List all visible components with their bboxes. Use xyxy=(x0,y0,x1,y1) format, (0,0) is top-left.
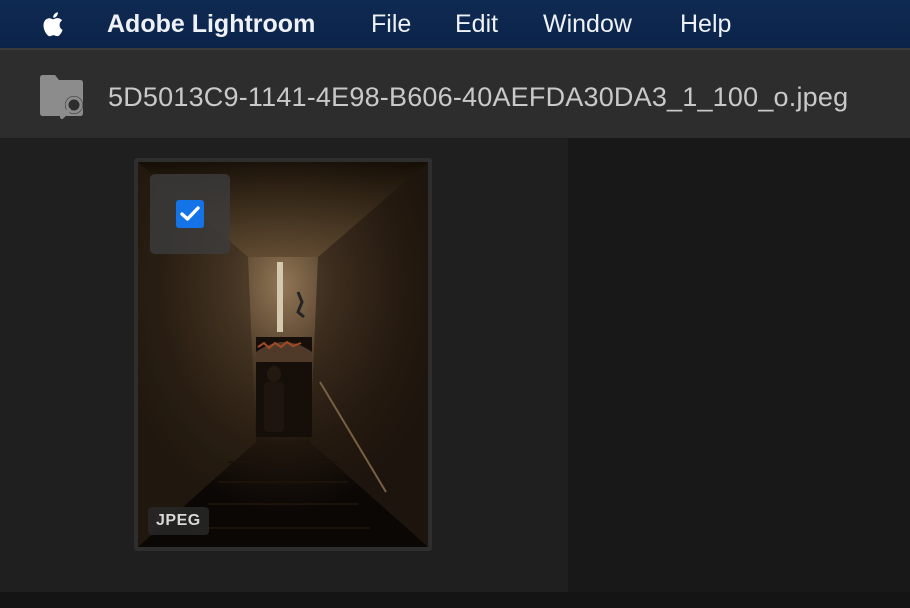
format-badge: JPEG xyxy=(148,507,209,535)
menu-file[interactable]: File xyxy=(371,9,411,39)
selection-overlay[interactable] xyxy=(150,174,230,254)
menu-window[interactable]: Window xyxy=(543,9,632,39)
detail-panel xyxy=(568,138,910,592)
menu-bar: Adobe Lightroom File Edit Window Help xyxy=(0,0,910,48)
apple-icon[interactable] xyxy=(38,8,70,40)
menu-app-name[interactable]: Adobe Lightroom xyxy=(107,9,315,39)
menu-help[interactable]: Help xyxy=(680,9,731,39)
checkmark-icon xyxy=(180,206,200,221)
bottom-strip xyxy=(0,592,910,608)
select-checkbox[interactable] xyxy=(176,200,204,228)
photo-thumbnail[interactable]: JPEG xyxy=(134,158,432,551)
folder-search-icon xyxy=(40,75,83,119)
menu-edit[interactable]: Edit xyxy=(455,9,498,39)
file-name-title: 5D5013C9-1141-4E98-B606-40AEFDA30DA3_1_1… xyxy=(108,82,849,112)
file-header: 5D5013C9-1141-4E98-B606-40AEFDA30DA3_1_1… xyxy=(0,50,910,138)
